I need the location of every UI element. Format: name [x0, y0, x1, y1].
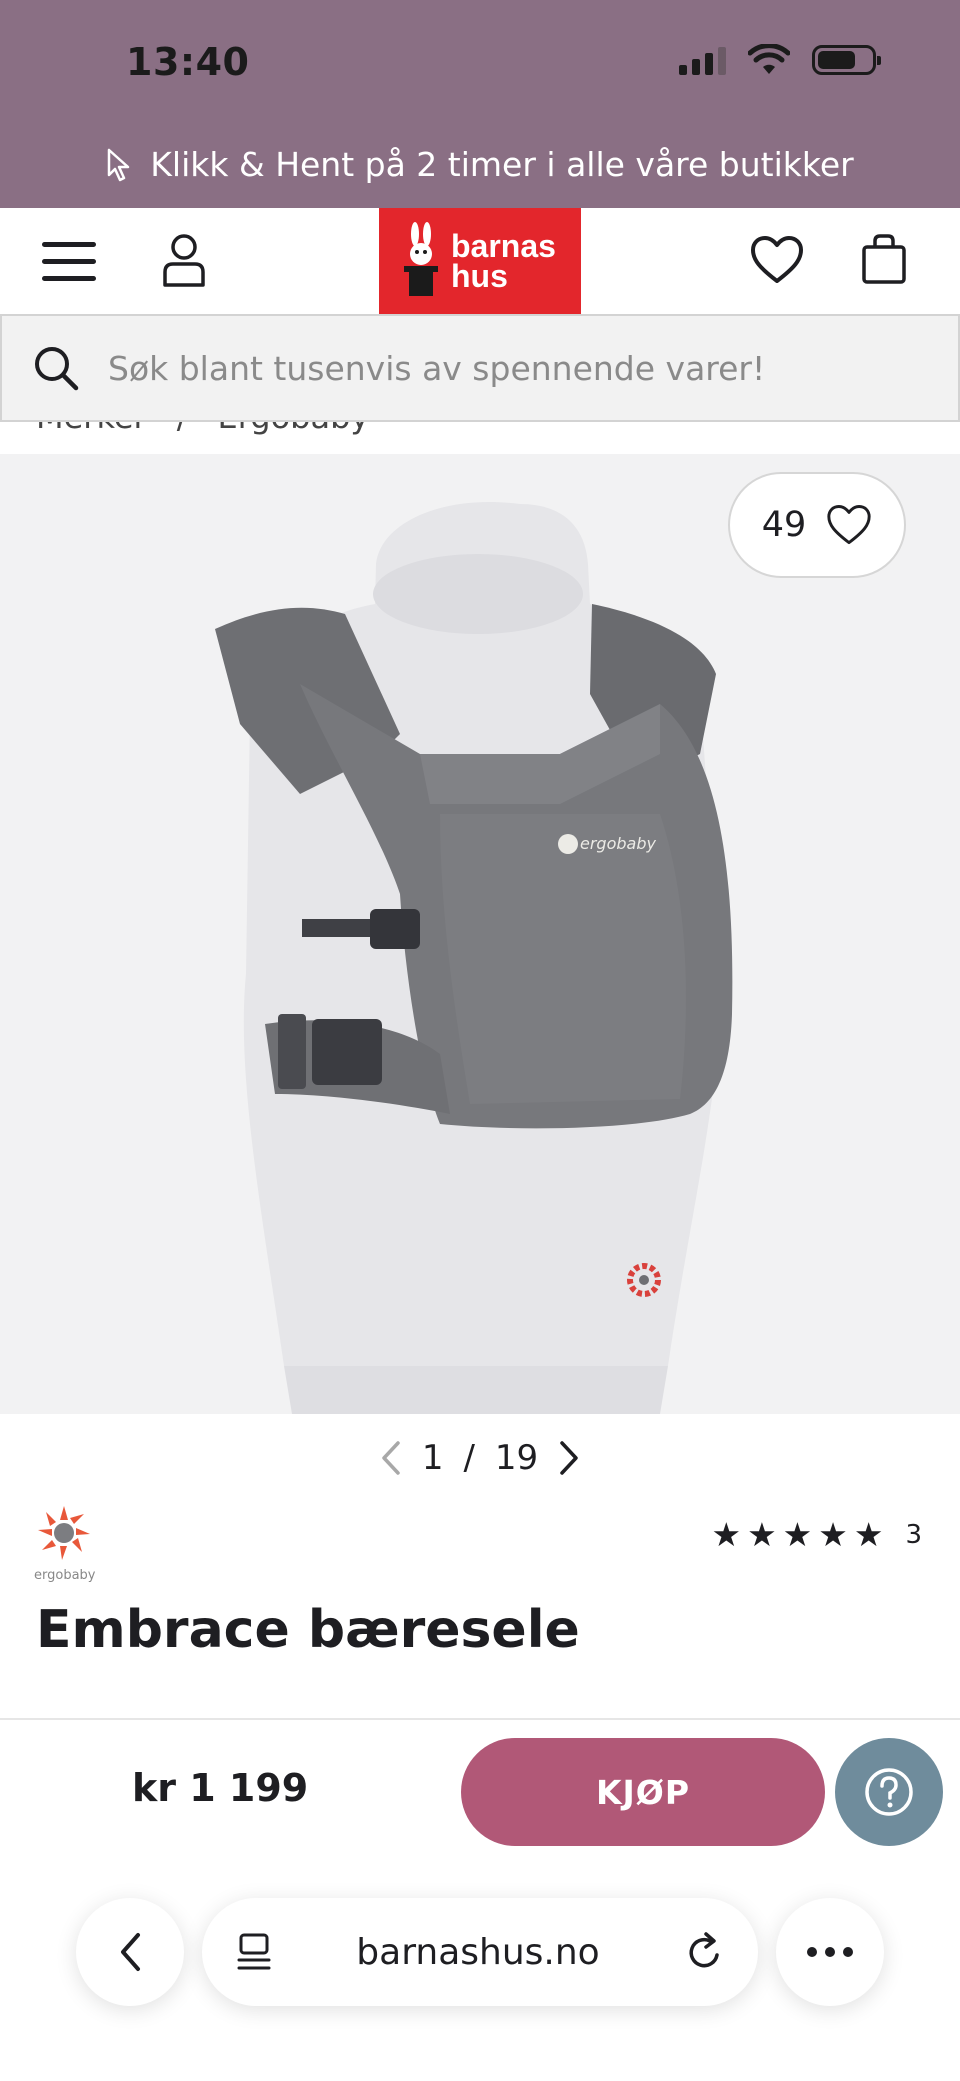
gallery-current: 1	[421, 1438, 444, 1478]
more-dots-icon	[807, 1947, 853, 1957]
chevron-left-icon	[121, 1933, 140, 1971]
url-text: barnashus.no	[356, 1931, 600, 1973]
product-rating[interactable]: ★ ★ ★ ★ ★ 3	[711, 1518, 922, 1551]
wishlist-button[interactable]	[748, 232, 806, 288]
product-price: kr 1 199	[132, 1766, 309, 1810]
ergobaby-tag-icon	[627, 1263, 661, 1297]
gallery-separator: /	[463, 1438, 475, 1478]
heart-icon	[827, 505, 871, 545]
rabbit-hat-icon	[404, 222, 438, 296]
status-time: 13:40	[126, 40, 250, 84]
cursor-icon	[108, 148, 130, 181]
product-image[interactable]: ergobaby	[0, 454, 960, 1414]
browser-back-button[interactable]	[76, 1898, 184, 2006]
search-placeholder: Søk blant tusenvis av spennende varer!	[108, 348, 766, 388]
rating-count: 3	[905, 1519, 922, 1550]
wifi-icon	[748, 44, 790, 74]
menu-button[interactable]	[38, 238, 100, 284]
battery-icon	[812, 45, 881, 75]
star-icon: ★	[782, 1515, 813, 1554]
star-icon: ★	[853, 1515, 884, 1554]
heart-icon	[751, 236, 803, 283]
brand-logo[interactable]: barnas hus	[379, 208, 581, 314]
star-icon: ★	[818, 1515, 848, 1554]
site-header: barnas hus	[0, 208, 960, 314]
status-icons	[679, 44, 881, 76]
carrier-print-logo: ergobaby	[580, 834, 656, 853]
page-menu-icon[interactable]	[236, 1932, 272, 1972]
product-title: Embrace bæresele	[36, 1600, 580, 1660]
browser-more-button[interactable]	[776, 1898, 884, 2006]
address-bar[interactable]: barnashus.no	[202, 1898, 758, 2006]
promo-banner[interactable]: Klikk & Hent på 2 timer i alle våre buti…	[0, 145, 960, 184]
cart-button[interactable]	[858, 230, 910, 288]
search-icon	[35, 347, 79, 391]
reload-icon[interactable]	[684, 1931, 724, 1973]
promo-text: Klikk & Hent på 2 timer i alle våre buti…	[150, 145, 854, 184]
chevron-left-icon[interactable]	[380, 1440, 402, 1476]
gallery-total: 19	[494, 1438, 539, 1478]
question-icon	[865, 1768, 913, 1816]
buy-button[interactable]: KJØP	[461, 1738, 825, 1846]
ergobaby-logo-icon	[38, 1506, 90, 1560]
cellular-signal-icon	[679, 45, 726, 75]
brand-ergobaby-logo[interactable]: ergobaby	[34, 1502, 96, 1583]
star-icon: ★	[711, 1515, 742, 1554]
favorite-count: 49	[761, 505, 807, 545]
account-button[interactable]	[156, 230, 212, 290]
help-button[interactable]	[835, 1738, 943, 1846]
search-bar[interactable]: Søk blant tusenvis av spennende varer!	[0, 314, 960, 422]
chevron-right-icon[interactable]	[558, 1440, 580, 1476]
star-icon: ★	[747, 1515, 777, 1554]
favorite-button[interactable]: 49	[728, 472, 906, 578]
baby-carrier-photo	[215, 502, 733, 1414]
shopping-bag-icon	[862, 234, 906, 284]
brand-name: ergobaby	[34, 1568, 96, 1583]
user-icon	[163, 234, 205, 287]
hamburger-icon	[42, 242, 96, 281]
divider	[0, 1718, 960, 1720]
gallery-pager: 1 / 19	[0, 1438, 960, 1478]
logo-text: barnas hus	[451, 228, 556, 294]
